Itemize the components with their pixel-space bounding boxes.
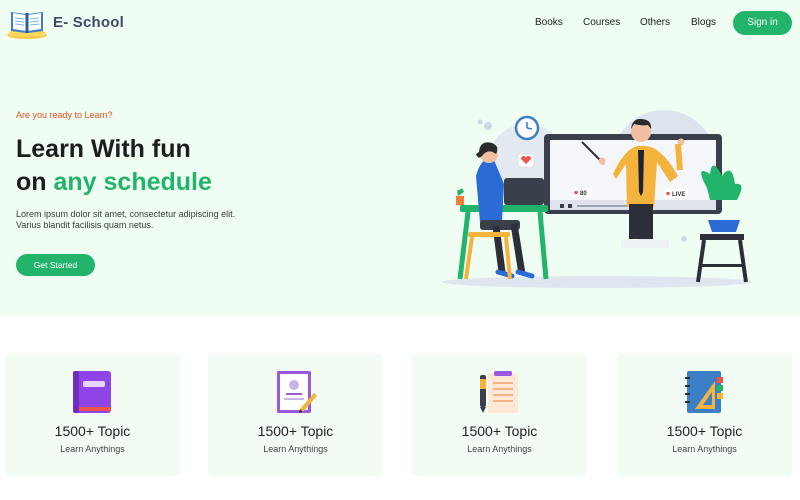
- card-title: 1500+ Topic: [461, 423, 538, 439]
- topic-card[interactable]: 1500+ Topic Learn Anythings: [412, 353, 587, 476]
- nav-others[interactable]: Others: [640, 17, 670, 28]
- nav-courses[interactable]: Courses: [583, 17, 620, 28]
- get-started-button[interactable]: Get Started: [16, 254, 95, 276]
- clock-icon: [514, 115, 540, 141]
- notebook-ruler-icon: [685, 371, 723, 413]
- card-subtitle: Learn Anythings: [467, 444, 532, 454]
- topic-card[interactable]: 1500+ Topic Learn Anythings: [208, 353, 383, 476]
- nav-blogs[interactable]: Blogs: [691, 17, 716, 28]
- open-book-logo-icon[interactable]: [6, 6, 48, 40]
- card-subtitle: Learn Anythings: [263, 444, 328, 454]
- notepad-pen-icon: [480, 371, 518, 413]
- card-title: 1500+ Topic: [54, 423, 131, 439]
- brand-name[interactable]: E- School: [53, 14, 124, 31]
- signin-button[interactable]: Sign in: [733, 11, 792, 35]
- topic-card[interactable]: 1500+ Topic Learn Anythings: [5, 353, 180, 476]
- headline-line1: Learn With fun: [16, 135, 191, 163]
- purple-book-icon: [73, 371, 111, 413]
- headline-line2: on any schedule: [16, 166, 212, 199]
- headline-on: on: [16, 168, 47, 196]
- live-badge: LIVE: [672, 192, 685, 198]
- heart-icon: [517, 153, 535, 168]
- hero-eyebrow: Are you ready to Learn?: [16, 110, 113, 120]
- card-subtitle: Learn Anythings: [672, 444, 737, 454]
- card-title: 1500+ Topic: [257, 423, 334, 439]
- viewer-count: 80: [580, 191, 587, 197]
- topic-card[interactable]: 1500+ Topic Learn Anythings: [617, 353, 792, 476]
- card-title: 1500+ Topic: [666, 423, 743, 439]
- certificate-icon: [277, 371, 317, 413]
- headline-accent: any schedule: [53, 168, 212, 196]
- hero-description: Lorem ipsum dolor sit amet, consectetur …: [16, 209, 236, 230]
- card-subtitle: Learn Anythings: [60, 444, 125, 454]
- nav-books[interactable]: Books: [535, 17, 563, 28]
- online-class-illustration: 80 LIVE: [442, 110, 752, 288]
- hero-headline: Learn With fun on any schedule: [16, 133, 212, 199]
